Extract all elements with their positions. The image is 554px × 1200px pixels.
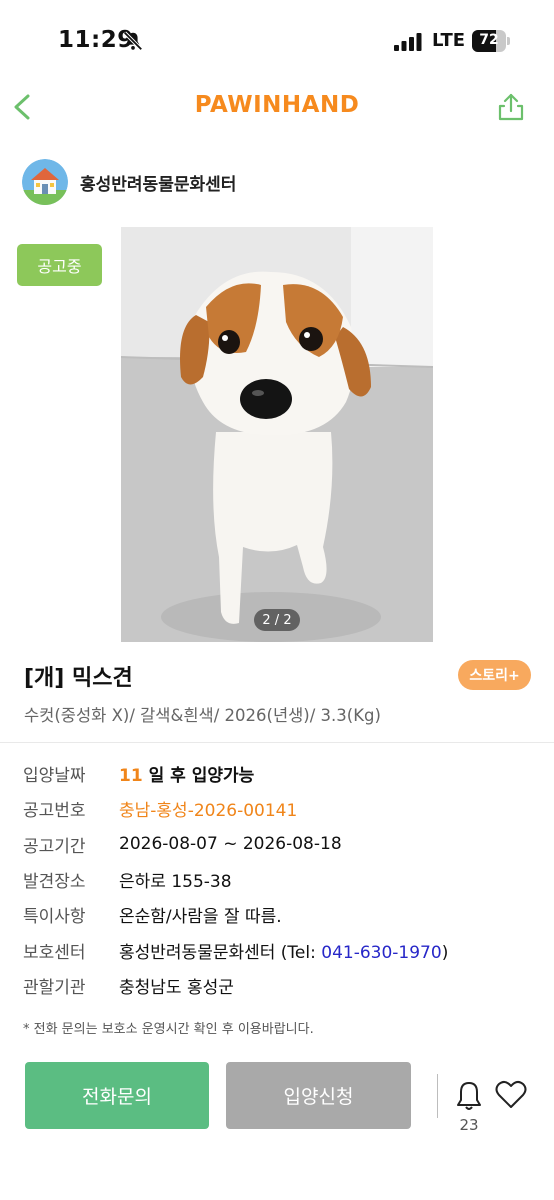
notice-number: 충남-홍성-2026-00141 xyxy=(119,801,298,822)
detail-label: 보호센터 xyxy=(23,942,86,963)
app-header: PAWINHAND xyxy=(0,80,554,134)
network-label: LTE xyxy=(432,30,466,51)
detail-label: 공고번호 xyxy=(23,801,86,822)
status-badge: 공고중 xyxy=(17,244,102,286)
alarm-count: 23 xyxy=(459,1116,479,1134)
detail-label: 공고기간 xyxy=(23,836,86,857)
bell-icon[interactable] xyxy=(455,1080,483,1112)
notice-period: 2026-08-07 ~ 2026-08-18 xyxy=(119,834,342,855)
heart-icon[interactable] xyxy=(495,1080,527,1110)
detail-row-notice-number: 공고번호 충남-홍성-2026-00141 xyxy=(23,791,543,826)
detail-row-adoption-date: 입양날짜 11 일 후 입양가능 xyxy=(23,756,543,791)
detail-row-notice-period: 공고기간 2026-08-07 ~ 2026-08-18 xyxy=(23,827,543,862)
shelter-logo xyxy=(22,159,68,205)
pet-photo[interactable]: 2 / 2 xyxy=(121,227,433,642)
signal-icon xyxy=(394,33,422,51)
detail-table: 입양날짜 11 일 후 입양가능 공고번호 충남-홍성-2026-00141 공… xyxy=(23,756,543,1003)
detail-label: 특이사항 xyxy=(23,907,86,928)
detail-label: 입양날짜 xyxy=(23,766,86,787)
special-notes: 온순함/사람을 잘 따름. xyxy=(119,907,282,928)
chevron-left-icon[interactable] xyxy=(6,88,40,126)
app-brand: PAWINHAND xyxy=(194,92,360,118)
contact-footnote: * 전화 문의는 보호소 운영시간 확인 후 이용바랍니다. xyxy=(23,1022,314,1037)
detail-label: 발견장소 xyxy=(23,872,86,893)
found-place: 은하로 155-38 xyxy=(119,872,232,893)
adoption-days: 11 xyxy=(119,766,143,787)
detail-row-authority: 관할기관 충청남도 홍성군 xyxy=(23,968,543,1003)
detail-row-shelter: 보호센터 홍성반려동물문화센터 (Tel: 041-630-1970) xyxy=(23,932,543,967)
story-button[interactable]: 스토리+ xyxy=(458,660,531,690)
detail-row-found-place: 발견장소 은하로 155-38 xyxy=(23,862,543,897)
section-divider xyxy=(0,742,554,743)
adoption-days-suffix: 일 후 입양가능 xyxy=(148,766,255,787)
shelter-center-close: ) xyxy=(441,942,449,963)
share-icon[interactable] xyxy=(494,90,528,124)
call-button[interactable]: 전화문의 xyxy=(25,1062,209,1129)
detail-row-special-notes: 특이사항 온순함/사람을 잘 따름. xyxy=(23,897,543,932)
adopt-button[interactable]: 입양신청 xyxy=(226,1062,411,1129)
shelter-row[interactable]: 홍성반려동물문화센터 xyxy=(22,157,236,207)
pet-title: [개] 믹스견 xyxy=(24,666,133,691)
shelter-phone-link[interactable]: 041-630-1970 xyxy=(321,943,441,963)
battery-level: 72 xyxy=(479,32,499,48)
bell-slash-icon xyxy=(123,31,143,51)
authority: 충청남도 홍성군 xyxy=(119,977,234,998)
shelter-center: 홍성반려동물문화센터 (Tel: 041-630-1970) xyxy=(119,938,448,963)
shelter-name: 홍성반려동물문화센터 xyxy=(80,174,237,195)
photo-counter: 2 / 2 xyxy=(254,609,300,631)
battery-icon: 72 xyxy=(472,30,510,52)
action-divider xyxy=(437,1074,438,1118)
pet-summary: 수컷(중성화 X)/ 갈색&흰색/ 2026(년생)/ 3.3(Kg) xyxy=(24,706,381,725)
detail-value: 11 일 후 입양가능 xyxy=(119,761,254,786)
shelter-center-name: 홍성반려동물문화센터 (Tel: xyxy=(119,942,322,963)
detail-label: 관할기관 xyxy=(23,977,86,998)
status-bar: 11:29 LTE 72 xyxy=(0,0,554,80)
